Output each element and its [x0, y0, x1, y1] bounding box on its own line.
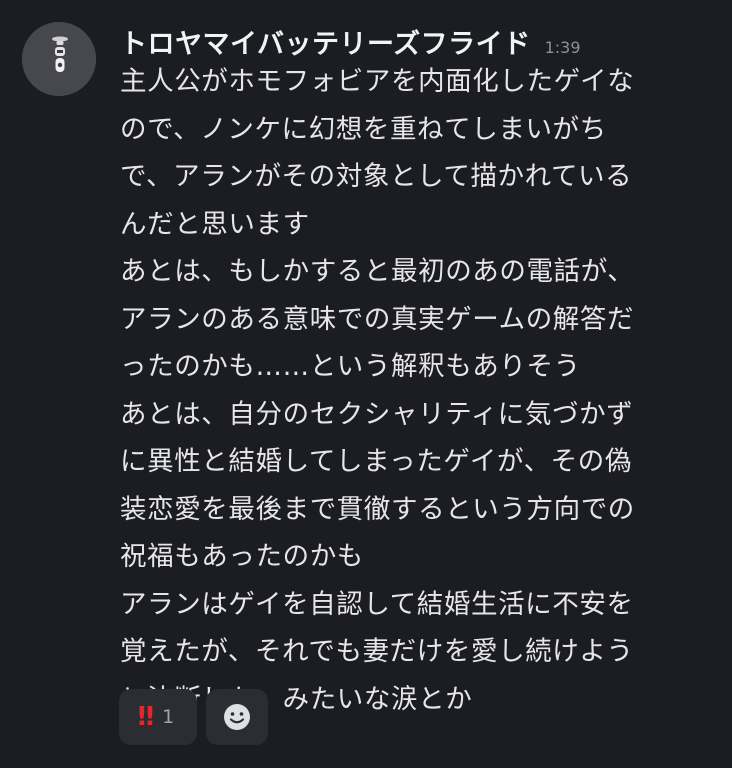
reaction-count: 1 [162, 706, 175, 728]
reaction-double-exclamation[interactable]: ‼ 1 [119, 689, 197, 745]
message-body: 主人公がホモフォビアを内面化したゲイな ので、ノンケに幻想を重ねてしまいがち で… [120, 58, 726, 723]
add-reaction-button[interactable] [206, 689, 268, 745]
message-line: んだと思います [120, 208, 310, 240]
message-header: トロヤマイバッテリーズフライド 1:39 [120, 22, 581, 61]
message-line: で、アランがその対象として描かれている [120, 161, 633, 192]
message-line: 祝福もあったのかも [120, 541, 364, 572]
message-line: アランはゲイを自認して結婚生活に不安を [120, 588, 634, 620]
chat-message: トロヤマイバッテリーズフライド 1:39 主人公がホモフォビアを内面化したゲイな… [0, 0, 732, 768]
avatar-figure-icon [22, 22, 96, 96]
message-line: 覚えたが、それでも妻だけを愛し続けよう [120, 636, 634, 667]
message-line: 装恋愛を最後まで貫徹するという方向での [120, 493, 635, 525]
message-line: ので、ノンケに幻想を重ねてしまいがち [120, 113, 607, 145]
user-avatar[interactable] [22, 22, 96, 96]
username[interactable]: トロヤマイバッテリーズフライド [120, 22, 531, 61]
message-line: アランのある意味での真実ゲームの解答だ [120, 303, 635, 335]
message-line: 主人公がホモフォビアを内面化したゲイな [120, 66, 635, 97]
double-exclamation-emoji-icon: ‼ [137, 702, 154, 732]
message-line: あとは、もしかすると最初のあの電話が、 [120, 256, 635, 287]
message-line: に異性と結婚してしまったゲイが、その偽 [120, 446, 632, 477]
smiley-add-reaction-icon [224, 704, 250, 730]
reaction-bar: ‼ 1 [119, 689, 268, 745]
message-timestamp: 1:39 [544, 38, 581, 57]
message-line: あとは、自分のセクシャリティに気づかず [120, 398, 634, 430]
message-line: ったのかも……という解釈もありそう [120, 351, 581, 382]
